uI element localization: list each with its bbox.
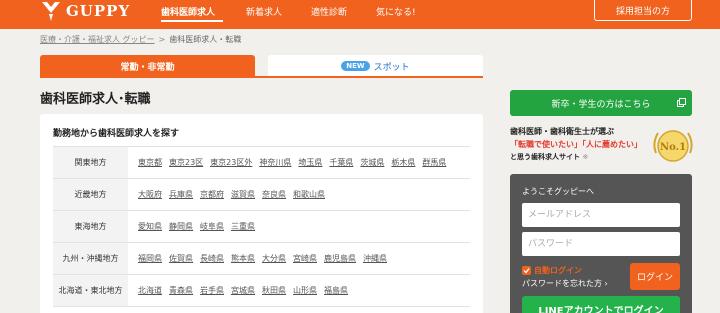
region-row: 九州・沖縄地方 福岡県 佐賀県 長崎県 熊本県 大分県 宮崎県 鹿児島県 沖縄県 [53, 243, 470, 275]
login-panel: ようこそグッピーへ 自動ログイン パスワードを忘れた方 › ログイン LINEア… [510, 174, 692, 313]
prefecture-link[interactable]: 茨城県 [360, 157, 384, 168]
logo[interactable]: GUPPY [40, 0, 130, 22]
new-graduate-button[interactable]: 新卒・学生の方はこちら [510, 90, 692, 116]
breadcrumb-current: 歯科医師求人・転職 [169, 35, 242, 44]
prefecture-link[interactable]: 長崎県 [200, 253, 224, 264]
new-badge: NEW [341, 61, 370, 71]
prefecture-link[interactable]: 和歌山県 [293, 189, 325, 200]
line-login-button[interactable]: LINEアカウントでログイン [522, 296, 680, 313]
prefecture-link[interactable]: 神奈川県 [259, 157, 291, 168]
promo-footnote-mark: ※ [582, 153, 589, 161]
prefecture-link[interactable]: 東京都 [138, 157, 162, 168]
prefecture-link[interactable]: 京都府 [200, 189, 224, 200]
prefecture-link[interactable]: 東京23区外 [210, 157, 252, 168]
prefecture-link[interactable]: 奈良県 [262, 189, 286, 200]
tab-underline [40, 76, 483, 78]
nav-dentist-jobs[interactable]: 歯科医師求人 [161, 5, 215, 18]
page-title: 歯科医師求人･転職 [40, 92, 151, 107]
prefecture-link[interactable]: 岩手県 [200, 285, 224, 296]
prefecture-link[interactable]: 佐賀県 [169, 253, 193, 264]
prefecture-link[interactable]: 沖縄県 [363, 253, 387, 264]
forgot-password-label: パスワードを忘れた方 [522, 279, 602, 288]
email-field[interactable] [522, 203, 680, 227]
medal-text: No.1 [660, 142, 686, 153]
promo-banner: 歯科医師・歯科衛生士が選ぶ 「転職で使いたい」「人に薦めたい」 と思う歯科求人サ… [510, 126, 693, 166]
prefecture-link[interactable]: 滋賀県 [231, 189, 255, 200]
tab-spot-label: スポット [373, 62, 410, 73]
prefecture-link[interactable]: 兵庫県 [169, 189, 193, 200]
prefecture-link[interactable]: 鹿児島県 [324, 253, 356, 264]
region-search-heading: 勤務地から歯科医師求人を探す [53, 129, 180, 139]
prefecture-link[interactable]: 千葉県 [329, 157, 353, 168]
region-prefecture-list: 北海道 青森県 岩手県 宮城県 秋田県 山形県 福島県 [128, 275, 470, 306]
recruiter-button[interactable]: 採用担当の方 [594, 0, 692, 21]
login-button[interactable]: ログイン [630, 263, 680, 290]
prefecture-link[interactable]: 北海道 [138, 285, 162, 296]
region-search-panel: 勤務地から歯科医師求人を探す 関東地方 東京都 東京23区 東京23区外 神奈川県 埼玉県… [40, 114, 483, 313]
prefecture-link[interactable]: 福岡県 [138, 253, 162, 264]
prefecture-link[interactable]: 大阪府 [138, 189, 162, 200]
prefecture-link[interactable]: 栃木県 [391, 157, 415, 168]
prefecture-link[interactable]: 宮城県 [231, 285, 255, 296]
breadcrumb: 医療・介護・福祉求人 グッピー > 歯科医師求人・転職 [40, 34, 241, 45]
region-prefecture-list: 東京都 東京23区 東京23区外 神奈川県 埼玉県 千葉県 茨城県 栃木県 群馬県 [128, 147, 470, 178]
region-name: 関東地方 [53, 147, 128, 178]
new-graduate-label: 新卒・学生の方はこちら [551, 99, 651, 110]
prefecture-link[interactable]: 東京23区 [169, 157, 203, 168]
password-field[interactable] [522, 232, 680, 256]
tab-spot[interactable]: NEW スポット [268, 55, 483, 77]
prefecture-link[interactable]: 埼玉県 [298, 157, 322, 168]
no1-medal-icon: No.1 [653, 130, 693, 162]
forgot-password-link[interactable]: パスワードを忘れた方 › [522, 278, 608, 289]
region-row: 北海道・東北地方 北海道 青森県 岩手県 宮城県 秋田県 山形県 福島県 [53, 275, 470, 307]
region-prefecture-list: 愛知県 静岡県 岐阜県 三重県 [128, 211, 470, 242]
region-name: 近畿地方 [53, 179, 128, 210]
prefecture-link[interactable]: 山形県 [293, 285, 317, 296]
guppy-fish-icon [42, 2, 60, 21]
auto-login-toggle[interactable]: 自動ログイン [522, 265, 582, 276]
region-row: 東海地方 愛知県 静岡県 岐阜県 三重県 [53, 211, 470, 243]
prefecture-link[interactable]: 大分県 [262, 253, 286, 264]
prefecture-link[interactable]: 熊本県 [231, 253, 255, 264]
checkbox-checked-icon[interactable] [522, 266, 531, 275]
region-row: 関東地方 東京都 東京23区 東京23区外 神奈川県 埼玉県 千葉県 茨城県 栃木県 群馬県 [53, 147, 470, 179]
auto-login-label: 自動ログイン [534, 266, 582, 275]
external-link-icon [677, 98, 686, 107]
prefecture-link[interactable]: 愛知県 [138, 221, 162, 232]
region-row: 近畿地方 大阪府 兵庫県 京都府 滋賀県 奈良県 和歌山県 [53, 179, 470, 211]
prefecture-link[interactable]: 静岡県 [169, 221, 193, 232]
region-name: 北海道・東北地方 [53, 275, 128, 306]
tab-part-time[interactable]: 常勤・非常勤 [40, 55, 255, 77]
welcome-text: ようこそグッピーへ [522, 187, 594, 196]
promo-line-3-text: と思う歯科求人サイト [510, 153, 580, 161]
region-prefecture-list: 福岡県 佐賀県 長崎県 熊本県 大分県 宮崎県 鹿児島県 沖縄県 [128, 243, 470, 274]
nav-favorites[interactable]: 気になる! [376, 5, 416, 18]
prefecture-link[interactable]: 群馬県 [422, 157, 446, 168]
prefecture-link[interactable]: 岐阜県 [200, 221, 224, 232]
region-name: 九州・沖縄地方 [53, 243, 128, 274]
prefecture-link[interactable]: 福島県 [324, 285, 348, 296]
breadcrumb-home-link[interactable]: 医療・介護・福祉求人 グッピー [40, 35, 155, 44]
prefecture-link[interactable]: 青森県 [169, 285, 193, 296]
prefecture-link[interactable]: 宮崎県 [293, 253, 317, 264]
breadcrumb-separator: > [158, 35, 166, 44]
site-header: GUPPY 歯科医師求人 新着求人 適性診断 気になる! 採用担当の方 [0, 0, 720, 29]
region-table: 関東地方 東京都 東京23区 東京23区外 神奈川県 埼玉県 千葉県 茨城県 栃木県 群馬県 近畿地… [53, 146, 470, 307]
prefecture-link[interactable]: 三重県 [231, 221, 255, 232]
nav-aptitude-test[interactable]: 適性診断 [311, 5, 347, 18]
prefecture-link[interactable]: 秋田県 [262, 285, 286, 296]
chevron-right-icon: › [604, 279, 608, 288]
nav-new-jobs[interactable]: 新着求人 [246, 5, 282, 18]
region-prefecture-list: 大阪府 兵庫県 京都府 滋賀県 奈良県 和歌山県 [128, 179, 470, 210]
region-name: 東海地方 [53, 211, 128, 242]
nav-active-underline [161, 20, 223, 22]
logo-text: GUPPY [66, 2, 131, 20]
